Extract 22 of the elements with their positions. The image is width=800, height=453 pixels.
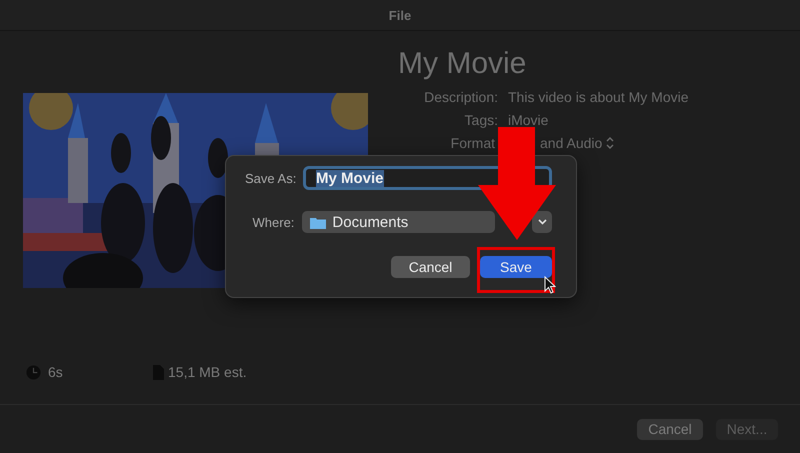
- field-label: Description:: [424, 89, 498, 105]
- size-text: 15,1 MB est.: [168, 364, 247, 380]
- format-popup[interactable]: and Audio: [540, 135, 614, 151]
- where-popup[interactable]: Documents: [302, 211, 496, 233]
- duration-text: 6s: [48, 364, 64, 380]
- cancel-button[interactable]: Cancel: [391, 256, 470, 278]
- window-title: File: [388, 8, 412, 22]
- cursor-icon: [544, 276, 556, 294]
- movie-title: My Movie: [398, 47, 528, 81]
- folder-icon: [310, 216, 326, 228]
- save-button[interactable]: Save: [480, 256, 552, 278]
- field-label: Format: [450, 135, 495, 151]
- clock-icon: [26, 364, 41, 380]
- expand-button[interactable]: [532, 211, 552, 233]
- cancel-button[interactable]: Cancel: [637, 418, 703, 440]
- field-value: This video is about My Movie: [508, 89, 689, 105]
- save-as-label: Save As:: [245, 170, 295, 186]
- where-label: Where:: [252, 214, 294, 230]
- chevron-icon: [606, 137, 614, 149]
- field-label: Tags:: [464, 112, 498, 128]
- chevron-down-icon: [538, 219, 547, 225]
- field-value: iMovie: [508, 112, 548, 128]
